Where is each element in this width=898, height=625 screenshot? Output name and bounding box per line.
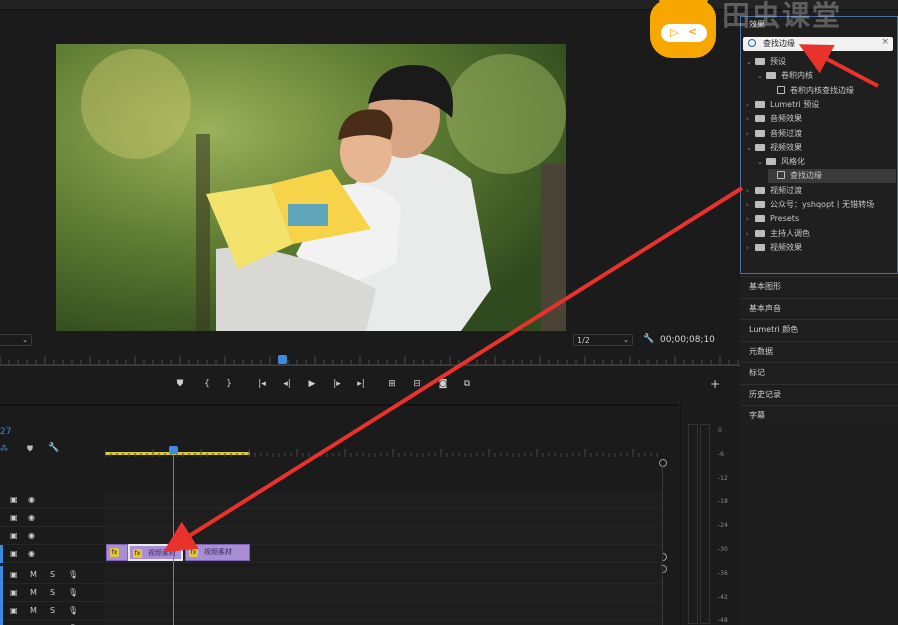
annotation-layer bbox=[163, 44, 879, 553]
arrow bbox=[163, 186, 744, 553]
arrow bbox=[798, 44, 879, 88]
